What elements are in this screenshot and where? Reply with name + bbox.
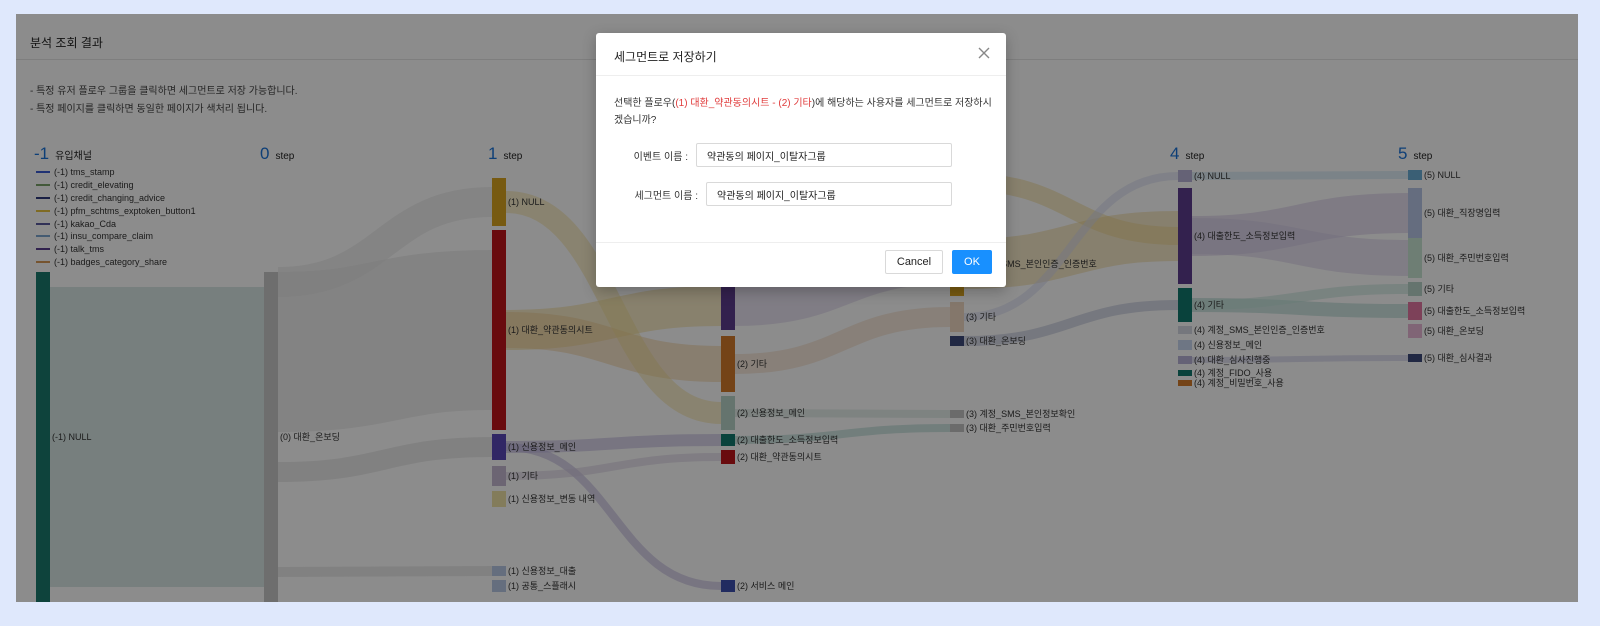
event-name-row: 이벤트 이름 : <box>614 143 952 167</box>
selected-flow-text: (1) 대환_약관동의시트 - (2) 기타 <box>675 98 812 109</box>
segment-name-input[interactable] <box>706 182 952 206</box>
segment-name-row: 세그먼트 이름 : <box>614 182 952 206</box>
message-text: 선택한 플로우( <box>614 98 676 109</box>
ok-button[interactable]: OK <box>952 250 992 274</box>
close-icon[interactable] <box>976 45 992 61</box>
segment-name-label: 세그먼트 이름 : <box>634 190 698 202</box>
dialog-divider <box>596 242 1006 243</box>
event-name-label: 이벤트 이름 : <box>633 151 688 163</box>
save-segment-dialog: 세그먼트로 저장하기 선택한 플로우((1) 대환_약관동의시트 - (2) 기… <box>596 33 1006 287</box>
cancel-button[interactable]: Cancel <box>885 250 943 274</box>
event-name-input[interactable] <box>696 143 952 167</box>
dialog-message: 선택한 플로우((1) 대환_약관동의시트 - (2) 기타)에 해당하는 사용… <box>614 95 992 129</box>
dialog-divider <box>596 75 1006 76</box>
dialog-title: 세그먼트로 저장하기 <box>614 50 717 64</box>
